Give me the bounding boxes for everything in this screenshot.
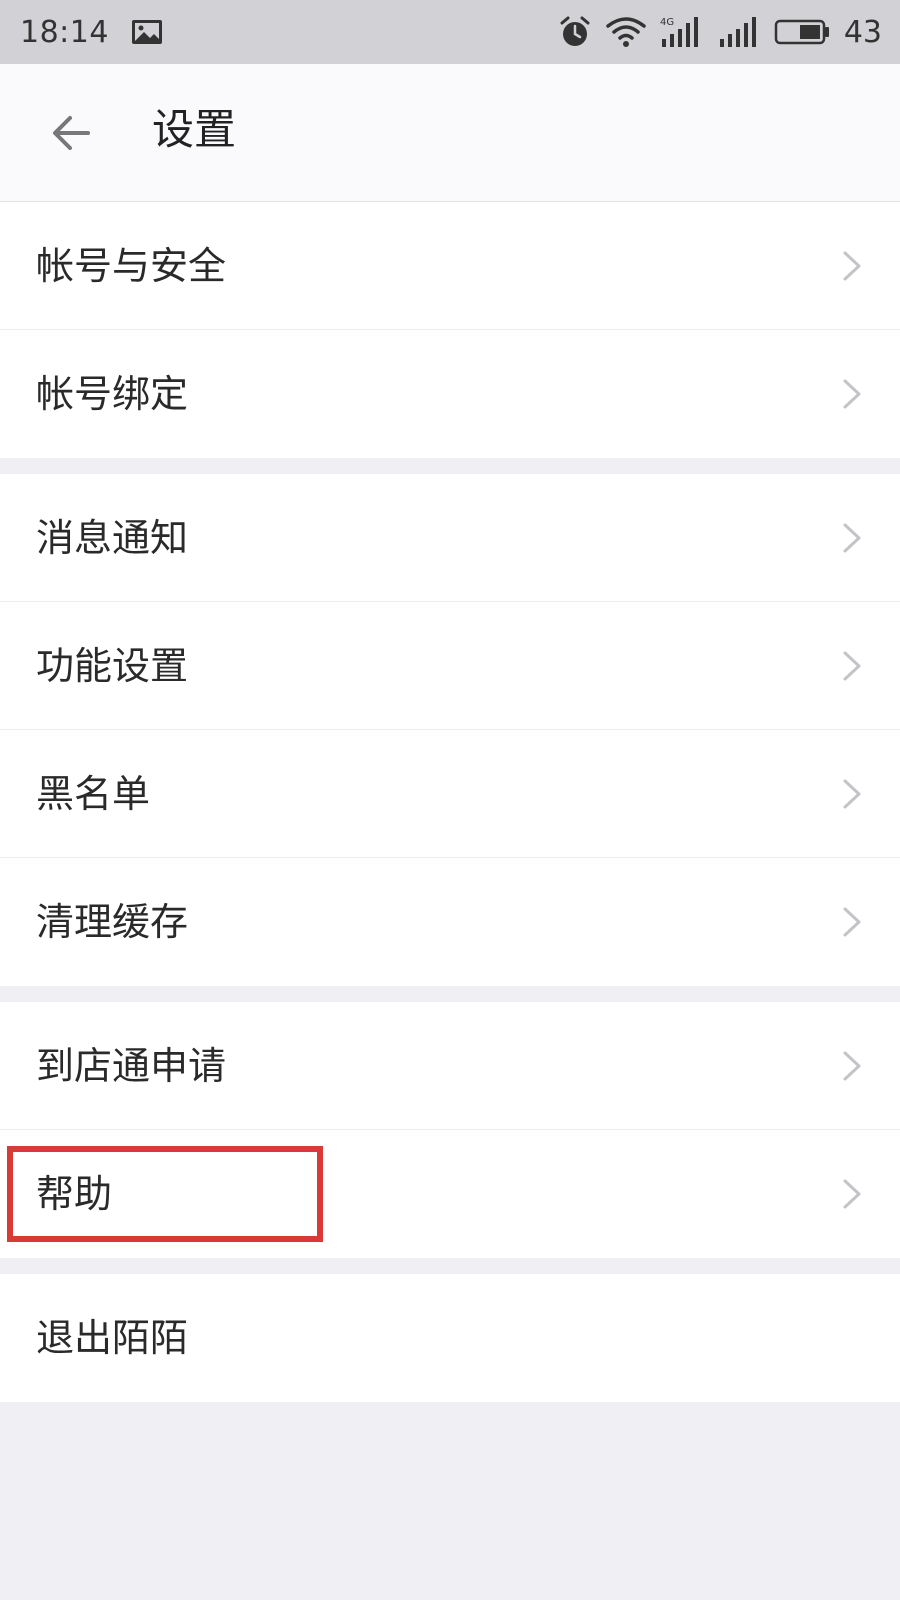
signal-4g-icon: 4G [660, 17, 698, 47]
settings-item-help[interactable]: 帮助 [0, 1130, 900, 1258]
chevron-right-icon [843, 523, 861, 553]
settings-item-label: 功能设置 [36, 644, 189, 688]
chevron-right-icon [843, 379, 861, 409]
settings-item-label: 到店通申请 [36, 1044, 227, 1088]
settings-item-account-security[interactable]: 帐号与安全 [0, 202, 900, 330]
chevron-right-icon [843, 1179, 861, 1209]
settings-item-clear-cache[interactable]: 清理缓存 [0, 858, 900, 986]
settings-group-logout: 退出陌陌 [0, 1274, 900, 1402]
settings-item-label: 清理缓存 [36, 900, 189, 944]
settings-item-label: 消息通知 [36, 516, 189, 560]
settings-item-label: 帐号与安全 [36, 244, 227, 288]
svg-text:4G: 4G [660, 17, 674, 28]
chevron-right-icon [843, 907, 861, 937]
status-bar: 18:14 4G 43 [0, 0, 900, 64]
settings-item-blacklist[interactable]: 黑名单 [0, 730, 900, 858]
header-bar: 设置 [0, 64, 900, 202]
settings-item-features[interactable]: 功能设置 [0, 602, 900, 730]
battery-level: 43 [843, 14, 882, 50]
settings-group-account: 帐号与安全 帐号绑定 [0, 202, 900, 458]
signal-icon [719, 17, 756, 47]
status-time: 18:14 [20, 14, 109, 50]
chevron-right-icon [843, 1051, 861, 1081]
chevron-right-icon [843, 651, 861, 681]
page-title: 设置 [152, 105, 237, 154]
settings-item-label: 帮助 [36, 1172, 113, 1216]
back-arrow-icon[interactable] [44, 106, 98, 160]
chevron-right-icon [843, 251, 861, 281]
settings-item-account-binding[interactable]: 帐号绑定 [0, 330, 900, 458]
battery-icon [774, 19, 829, 45]
settings-group-general: 消息通知 功能设置 黑名单 清理缓存 [0, 474, 900, 986]
gallery-icon [131, 20, 162, 44]
settings-item-label: 黑名单 [36, 772, 151, 816]
alarm-icon [560, 16, 590, 46]
settings-item-notifications[interactable]: 消息通知 [0, 474, 900, 602]
settings-item-label: 帐号绑定 [36, 372, 189, 416]
logout-button[interactable]: 退出陌陌 [0, 1274, 900, 1402]
wifi-icon [606, 17, 646, 47]
settings-group-services: 到店通申请 帮助 [0, 1002, 900, 1258]
logout-label: 退出陌陌 [36, 1316, 189, 1360]
settings-item-store-apply[interactable]: 到店通申请 [0, 1002, 900, 1130]
chevron-right-icon [843, 779, 861, 809]
